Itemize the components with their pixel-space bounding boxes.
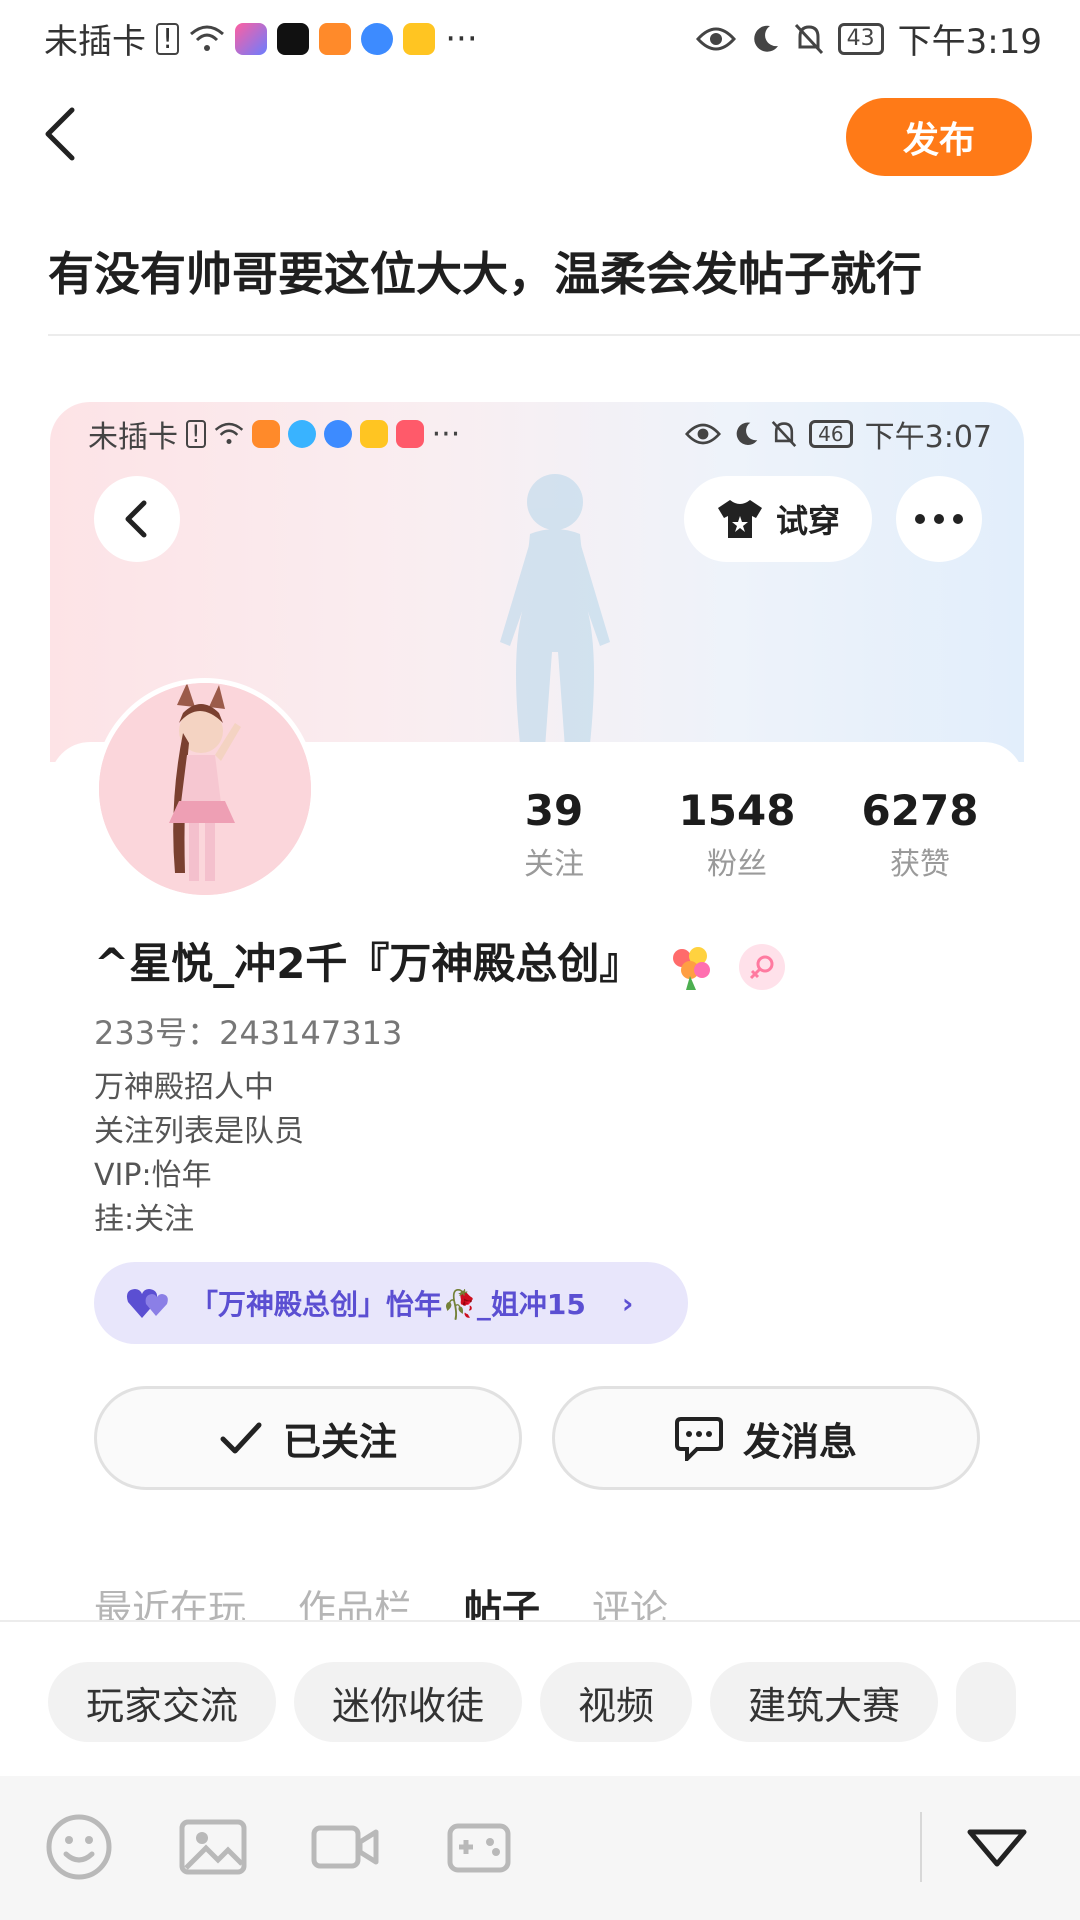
- avatar[interactable]: [94, 678, 316, 900]
- bio-line: 关注列表是队员: [94, 1114, 304, 1149]
- fans-label: 粉丝: [707, 847, 767, 882]
- couple-link[interactable]: 「万神殿总创」怡年🥀_姐冲15 ›: [94, 1262, 688, 1344]
- embedded-sim-alert-icon: !: [186, 420, 206, 448]
- chat-bubble-icon: [674, 1417, 723, 1461]
- send-message-label: 发消息: [742, 1419, 857, 1464]
- avatar-character-image: [99, 683, 311, 895]
- more-dots-icon: [915, 514, 963, 524]
- tab-recently-played[interactable]: 最近在玩: [94, 1578, 246, 1622]
- tab-works[interactable]: 作品栏: [298, 1578, 412, 1622]
- user-bio: 万神殿招人中 关注列表是队员 VIP:怡年 挂:关注: [94, 1066, 304, 1242]
- followed-button[interactable]: 已关注: [94, 1386, 522, 1490]
- embedded-chevron-left-icon: [125, 500, 147, 538]
- category-chip[interactable]: 视频: [540, 1662, 693, 1742]
- bio-line: VIP:怡年: [94, 1158, 212, 1193]
- user-id-value: 243147313: [219, 1014, 403, 1052]
- sim-alert-icon: !: [156, 22, 180, 55]
- gender-female-icon: [738, 943, 785, 990]
- publish-button[interactable]: 发布: [846, 98, 1032, 176]
- emoji-icon[interactable]: [44, 1812, 114, 1882]
- category-chip[interactable]: 迷你收徒: [294, 1662, 523, 1742]
- collapse-icon[interactable]: [962, 1812, 1032, 1882]
- embedded-status-right: 46 下午3:07: [685, 412, 992, 456]
- embedded-battery-icon: 46: [809, 420, 853, 448]
- app-icon-t: [235, 22, 268, 55]
- game-icon[interactable]: [444, 1812, 514, 1882]
- bio-line: 挂:关注: [94, 1202, 195, 1237]
- embedded-status-left: 未插卡 ! ···: [88, 412, 460, 456]
- couple-link-label: 「万神殿总创」怡年🥀_姐冲15: [190, 1288, 586, 1321]
- app-icon-capcut: [277, 22, 310, 55]
- check-icon: [220, 1422, 262, 1454]
- carrier-text: 未插卡: [44, 22, 146, 62]
- app-icon-play: [319, 22, 352, 55]
- category-chip[interactable]: 建筑大赛: [710, 1662, 939, 1742]
- bio-line: 万神殿招人中: [94, 1070, 274, 1105]
- toolbar-divider: [920, 1812, 922, 1882]
- shirt-icon: [717, 500, 762, 538]
- video-icon[interactable]: [310, 1812, 380, 1882]
- likes-count: 6278: [861, 786, 979, 835]
- attached-image[interactable]: 未插卡 ! ··· 46 下午3:07 试穿 39 关注 1548 粉丝 627…: [50, 402, 1024, 1622]
- moon-icon: [753, 25, 778, 52]
- post-title[interactable]: 有没有帅哥要这位大大，温柔会发帖子就行: [48, 238, 922, 304]
- embedded-carrier-text: 未插卡: [88, 420, 178, 455]
- username-text: ^星悦_冲2千『万神殿总创』: [94, 939, 642, 988]
- category-chip-partial[interactable]: [956, 1662, 1017, 1742]
- category-chip[interactable]: 玩家交流: [48, 1662, 277, 1742]
- user-id-label: 233号：: [94, 1014, 220, 1052]
- send-message-button[interactable]: 发消息: [552, 1386, 980, 1490]
- stat-following[interactable]: 39 关注: [474, 786, 634, 883]
- category-bar: 玩家交流 迷你收徒 视频 建筑大赛: [0, 1620, 1080, 1778]
- category-chips: 玩家交流 迷你收徒 视频 建筑大赛: [48, 1662, 1017, 1742]
- status-right: 43 下午3:19: [695, 14, 1042, 63]
- battery-icon: 43: [837, 22, 884, 55]
- followed-label: 已关注: [282, 1419, 397, 1464]
- try-on-label: 试穿: [775, 502, 840, 540]
- stat-fans[interactable]: 1548 粉丝: [657, 786, 817, 883]
- chevron-left-icon: [45, 107, 75, 161]
- tab-comments[interactable]: 评论: [592, 1578, 668, 1622]
- embedded-eye-icon: [685, 423, 722, 445]
- chevron-right-icon: ›: [621, 1286, 634, 1320]
- embedded-app-icon-red: [395, 420, 424, 448]
- image-icon[interactable]: [178, 1812, 248, 1882]
- following-count: 39: [524, 786, 584, 835]
- status-bar: 未插卡 ! ··· 43 下午3:19: [0, 0, 1080, 76]
- double-heart-icon: [126, 1289, 168, 1318]
- profile-tabs: 最近在玩 作品栏 帖子 评论: [94, 1578, 668, 1622]
- bell-off-icon: [794, 23, 823, 54]
- wifi-icon: [190, 25, 225, 51]
- flower-badge-icon: [673, 946, 711, 990]
- app-icon-globe: [361, 22, 394, 55]
- embedded-clock: 下午3:07: [864, 420, 992, 455]
- stat-likes[interactable]: 6278 获赞: [840, 786, 1000, 883]
- embedded-more-button[interactable]: [896, 476, 982, 562]
- embedded-app-icon-play: [251, 420, 280, 448]
- tab-posts[interactable]: 帖子: [464, 1578, 540, 1622]
- embedded-moon-icon: [736, 422, 758, 446]
- back-button[interactable]: [40, 104, 100, 174]
- title-divider: [48, 334, 1080, 336]
- embedded-back-button[interactable]: [94, 476, 180, 562]
- embedded-more-notifications: ···: [431, 416, 461, 452]
- eye-icon: [695, 27, 736, 50]
- username: ^星悦_冲2千『万神殿总创』: [94, 930, 785, 992]
- app-icon-folder: [403, 22, 436, 55]
- clock: 下午3:19: [897, 22, 1042, 62]
- status-left: 未插卡 ! ···: [44, 14, 478, 63]
- embedded-app-icon-folder: [359, 420, 388, 448]
- try-on-button[interactable]: 试穿: [684, 476, 872, 562]
- embedded-bell-off-icon: [771, 420, 797, 448]
- likes-label: 获赞: [890, 847, 950, 882]
- more-notifications: ···: [445, 18, 478, 59]
- embedded-app-icon-c: [287, 420, 316, 448]
- embedded-wifi-icon: [214, 422, 243, 444]
- avatar-hologram-figure: [500, 474, 610, 762]
- following-label: 关注: [524, 847, 584, 882]
- fans-count: 1548: [678, 786, 796, 835]
- embedded-app-icon-globe: [323, 420, 352, 448]
- user-id: 233号：243147313: [94, 1008, 402, 1054]
- composer-toolbar: [0, 1776, 1080, 1920]
